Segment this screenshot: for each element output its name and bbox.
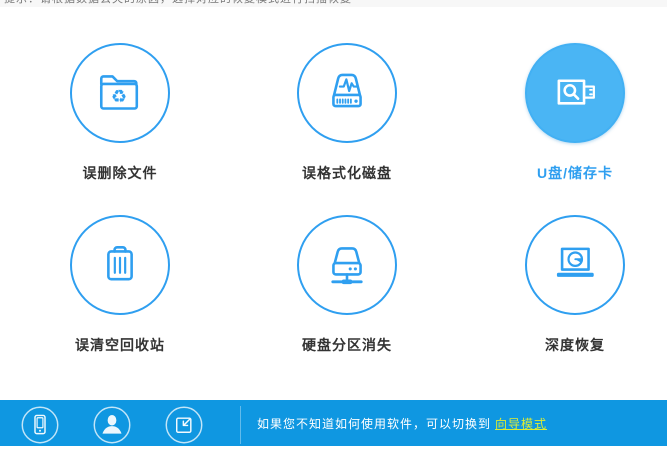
tile-usb-storage[interactable]: U盘/储存卡 (475, 43, 667, 183)
clipped-header-text: 提示：请根据数据丢失的原因，选择对应的恢复模式进行扫描恢复 (4, 0, 667, 5)
tile-circle: ♻ (70, 43, 170, 143)
user-icon[interactable] (92, 405, 132, 445)
tile-deep-recovery[interactable]: 深度恢复 (475, 215, 667, 355)
tile-label: 误格式化磁盘 (247, 163, 447, 183)
tile-circle (70, 215, 170, 315)
svg-text:♻: ♻ (111, 87, 127, 107)
tile-label: 误清空回收站 (20, 335, 220, 355)
tile-circle (297, 43, 397, 143)
trash-icon (89, 234, 151, 296)
wizard-mode-link[interactable]: 向导模式 (495, 417, 547, 431)
drive-network-icon (316, 234, 378, 296)
tile-circle (297, 215, 397, 315)
laptop-deep-scan-icon (544, 234, 606, 296)
tile-circle (525, 215, 625, 315)
folder-recycle-icon: ♻ (89, 62, 151, 124)
tile-formatted-disk[interactable]: 误格式化磁盘 (247, 43, 447, 183)
tile-deleted-files[interactable]: ♻ 误删除文件 (20, 43, 220, 183)
hint-text: 如果您不知道如何使用软件，可以切换到 (257, 417, 491, 431)
tile-label: 硬盘分区消失 (247, 335, 447, 355)
tile-lost-partition[interactable]: 硬盘分区消失 (247, 215, 447, 355)
clipped-header-bar: 提示：请根据数据丢失的原因，选择对应的恢复模式进行扫描恢复 (0, 0, 667, 7)
bottom-toolbar: 如果您不知道如何使用软件，可以切换到向导模式 (0, 400, 667, 446)
tile-circle (525, 43, 625, 143)
tile-label: 深度恢复 (475, 335, 667, 355)
tile-label: 误删除文件 (20, 163, 220, 183)
phone-icon[interactable] (20, 405, 60, 445)
tile-label: U盘/储存卡 (475, 163, 667, 183)
switch-mode-icon[interactable] (164, 405, 204, 445)
wizard-hint-text: 如果您不知道如何使用软件，可以切换到向导模式 (257, 415, 547, 432)
drive-pulse-icon (316, 62, 378, 124)
toolbar-divider (240, 406, 241, 444)
tile-recycle-bin[interactable]: 误清空回收站 (20, 215, 220, 355)
usb-search-icon (544, 62, 606, 124)
